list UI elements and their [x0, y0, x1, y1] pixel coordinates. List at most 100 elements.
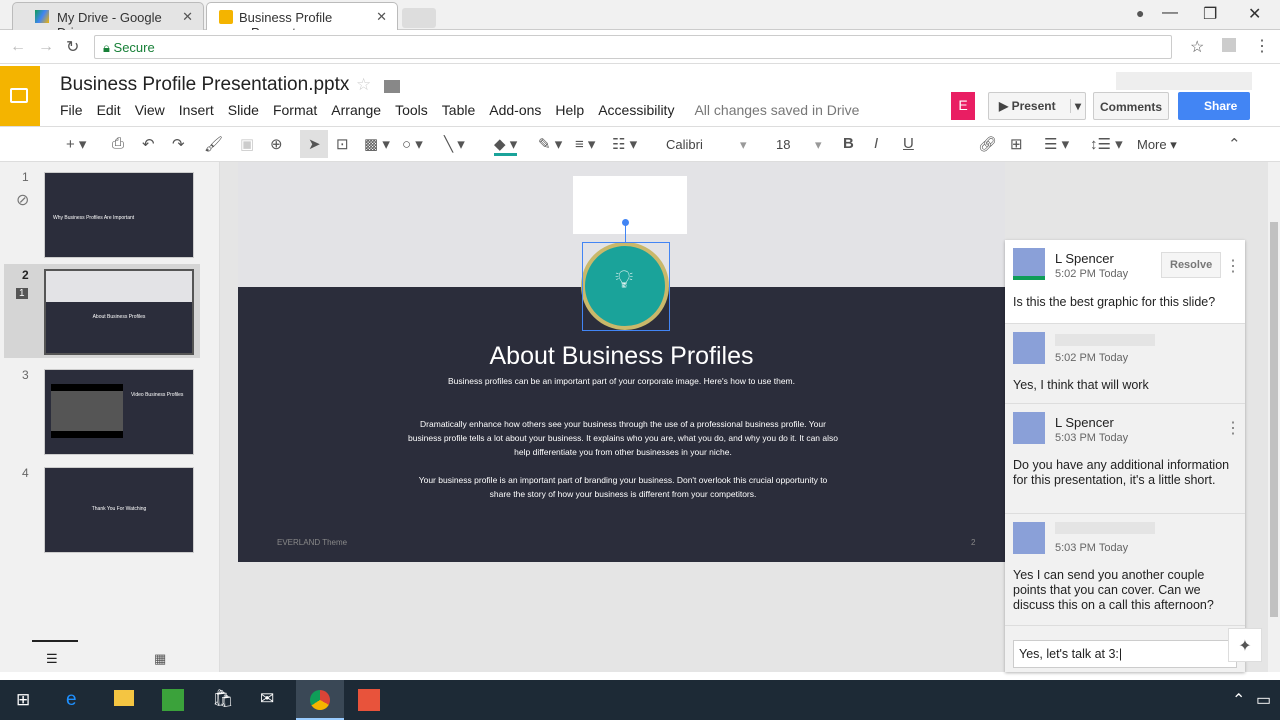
- select-icon[interactable]: ➤: [300, 130, 328, 158]
- slide-canvas[interactable]: 💡︎ About Business Profiles Business prof…: [238, 162, 1005, 562]
- slide-subtitle[interactable]: Business profiles can be an important pa…: [238, 376, 1005, 386]
- paint-format-icon[interactable]: 🖌︎: [204, 135, 223, 153]
- extension-icon[interactable]: [1222, 38, 1236, 52]
- collapse-icon[interactable]: ⌃: [1228, 135, 1241, 153]
- comment-item[interactable]: 5:02 PM Today Yes, I think that will wor…: [1005, 324, 1245, 404]
- chevron-down-icon[interactable]: ▾: [815, 137, 822, 153]
- mail-icon[interactable]: ✉: [260, 689, 274, 709]
- slides-logo[interactable]: [0, 66, 40, 126]
- border-color-icon[interactable]: ✎ ▾: [538, 135, 562, 153]
- menu-addons[interactable]: Add-ons: [489, 102, 541, 118]
- user-avatar[interactable]: E: [951, 92, 975, 120]
- slide-thumb-2[interactable]: About Business Profiles: [44, 269, 194, 355]
- redo-icon[interactable]: ↷: [172, 135, 185, 153]
- zoom-fit-icon[interactable]: ▣: [240, 135, 254, 153]
- bold-button[interactable]: B: [843, 135, 854, 152]
- windows-start-icon[interactable]: ⊞: [16, 690, 30, 710]
- reply-input[interactable]: Yes, let's talk at 3:|: [1013, 640, 1237, 668]
- menu-view[interactable]: View: [135, 102, 165, 118]
- border-weight-icon[interactable]: ≡ ▾: [575, 135, 595, 153]
- line-icon[interactable]: ╲ ▾: [444, 135, 465, 153]
- menu-tools[interactable]: Tools: [395, 102, 428, 118]
- border-dash-icon[interactable]: ☷ ▾: [612, 135, 637, 153]
- menu-file[interactable]: File: [60, 102, 83, 118]
- font-size-select[interactable]: 18: [776, 137, 790, 152]
- fill-color-icon[interactable]: ◆ ▾: [494, 135, 518, 156]
- add-comment-icon[interactable]: ⊞: [1010, 135, 1023, 153]
- scrollbar[interactable]: [1268, 162, 1280, 672]
- share-button[interactable]: Share: [1178, 92, 1250, 120]
- font-select[interactable]: Calibri: [666, 137, 703, 152]
- profile-icon[interactable]: ●: [1136, 5, 1144, 21]
- align-icon[interactable]: ☰ ▾: [1044, 135, 1069, 153]
- comment-count-badge[interactable]: 1: [16, 288, 28, 299]
- present-button[interactable]: ▶ Present ▾: [988, 92, 1086, 120]
- minimize-icon[interactable]: —: [1162, 4, 1178, 22]
- comments-button[interactable]: Comments: [1093, 92, 1169, 120]
- link-icon[interactable]: 🔗︎: [978, 135, 997, 153]
- print-icon[interactable]: ⎙: [112, 135, 124, 152]
- tab-my-drive[interactable]: My Drive - Google Drive✕: [12, 2, 204, 40]
- camtasia-icon[interactable]: [162, 689, 184, 711]
- chevron-down-icon[interactable]: ▾: [740, 137, 747, 153]
- forward-icon[interactable]: →: [38, 38, 54, 56]
- image-icon[interactable]: ▩ ▾: [364, 135, 390, 153]
- file-explorer-icon[interactable]: [114, 690, 134, 706]
- grid-view-icon[interactable]: ▦: [154, 651, 166, 667]
- scrollbar-thumb[interactable]: [1270, 222, 1278, 617]
- slide-thumb-4[interactable]: Thank You For Watching: [44, 467, 194, 553]
- undo-icon[interactable]: ↶: [142, 135, 155, 153]
- new-slide-icon[interactable]: + ▾: [66, 135, 86, 153]
- menu-table[interactable]: Table: [442, 102, 475, 118]
- line-spacing-icon[interactable]: ↕☰ ▾: [1090, 135, 1123, 153]
- more-button[interactable]: More ▾: [1137, 137, 1177, 153]
- folder-icon[interactable]: [384, 80, 400, 93]
- maximize-icon[interactable]: ❐: [1203, 4, 1217, 24]
- bookmark-star-icon[interactable]: ☆: [1190, 37, 1204, 57]
- snagit-icon[interactable]: [358, 689, 380, 711]
- url-input[interactable]: 🔒︎ Secure: [94, 35, 1172, 59]
- back-icon[interactable]: ←: [10, 38, 26, 56]
- underline-button[interactable]: U: [903, 135, 914, 152]
- comment-item[interactable]: L Spencer 5:03 PM Today ⋮ Do you have an…: [1005, 404, 1245, 514]
- menu-accessibility[interactable]: Accessibility: [598, 102, 674, 118]
- tab-presentation[interactable]: Business Profile Presenta✕: [206, 2, 398, 40]
- menu-arrange[interactable]: Arrange: [331, 102, 381, 118]
- window-close-icon[interactable]: ✕: [1248, 4, 1261, 24]
- slide-title[interactable]: About Business Profiles: [238, 342, 1005, 371]
- slide-paragraph-2[interactable]: Your business profile is an important pa…: [413, 473, 833, 501]
- slide-thumb-1[interactable]: Why Business Profiles Are Important: [44, 172, 194, 258]
- explore-button[interactable]: ✦: [1228, 628, 1262, 662]
- tray-chevron-icon[interactable]: ⌃: [1232, 690, 1245, 710]
- document-title[interactable]: Business Profile Presentation.pptx: [60, 74, 349, 96]
- new-tab-button[interactable]: [402, 8, 436, 28]
- resolve-button[interactable]: Resolve: [1161, 252, 1222, 278]
- chrome-menu-icon[interactable]: ⋮: [1254, 36, 1270, 56]
- reload-icon[interactable]: ↻: [66, 37, 79, 57]
- comment-item[interactable]: L Spencer 5:02 PM Today Resolve ⋮ Is thi…: [1005, 240, 1245, 324]
- italic-button[interactable]: I: [874, 135, 878, 152]
- slide-thumb-3[interactable]: Video Business Profiles: [44, 369, 194, 455]
- close-icon[interactable]: ✕: [182, 9, 193, 25]
- network-icon[interactable]: ▭: [1256, 690, 1271, 710]
- close-icon[interactable]: ✕: [376, 9, 387, 25]
- list-view-icon[interactable]: ☰: [46, 651, 58, 667]
- menu-format[interactable]: Format: [273, 102, 317, 118]
- store-icon[interactable]: 🛍︎: [212, 689, 234, 709]
- slide-paragraph-1[interactable]: Dramatically enhance how others see your…: [408, 417, 838, 459]
- chevron-down-icon[interactable]: ▾: [1069, 99, 1081, 113]
- save-status[interactable]: All changes saved in Drive: [694, 102, 859, 118]
- comment-item[interactable]: 5:03 PM Today Yes I can send you another…: [1005, 514, 1245, 626]
- shape-icon[interactable]: ○ ▾: [402, 135, 423, 153]
- zoom-icon[interactable]: ⊕: [270, 135, 283, 153]
- white-placeholder-box[interactable]: [573, 176, 687, 234]
- star-icon[interactable]: ☆: [356, 75, 371, 95]
- more-options-icon[interactable]: ⋮: [1225, 418, 1241, 438]
- menu-insert[interactable]: Insert: [179, 102, 214, 118]
- chrome-taskbar-item[interactable]: [296, 680, 344, 720]
- menu-help[interactable]: Help: [555, 102, 584, 118]
- edge-icon[interactable]: e: [66, 689, 77, 711]
- rotate-handle[interactable]: [622, 219, 629, 226]
- menu-slide[interactable]: Slide: [228, 102, 259, 118]
- more-options-icon[interactable]: ⋮: [1225, 256, 1241, 276]
